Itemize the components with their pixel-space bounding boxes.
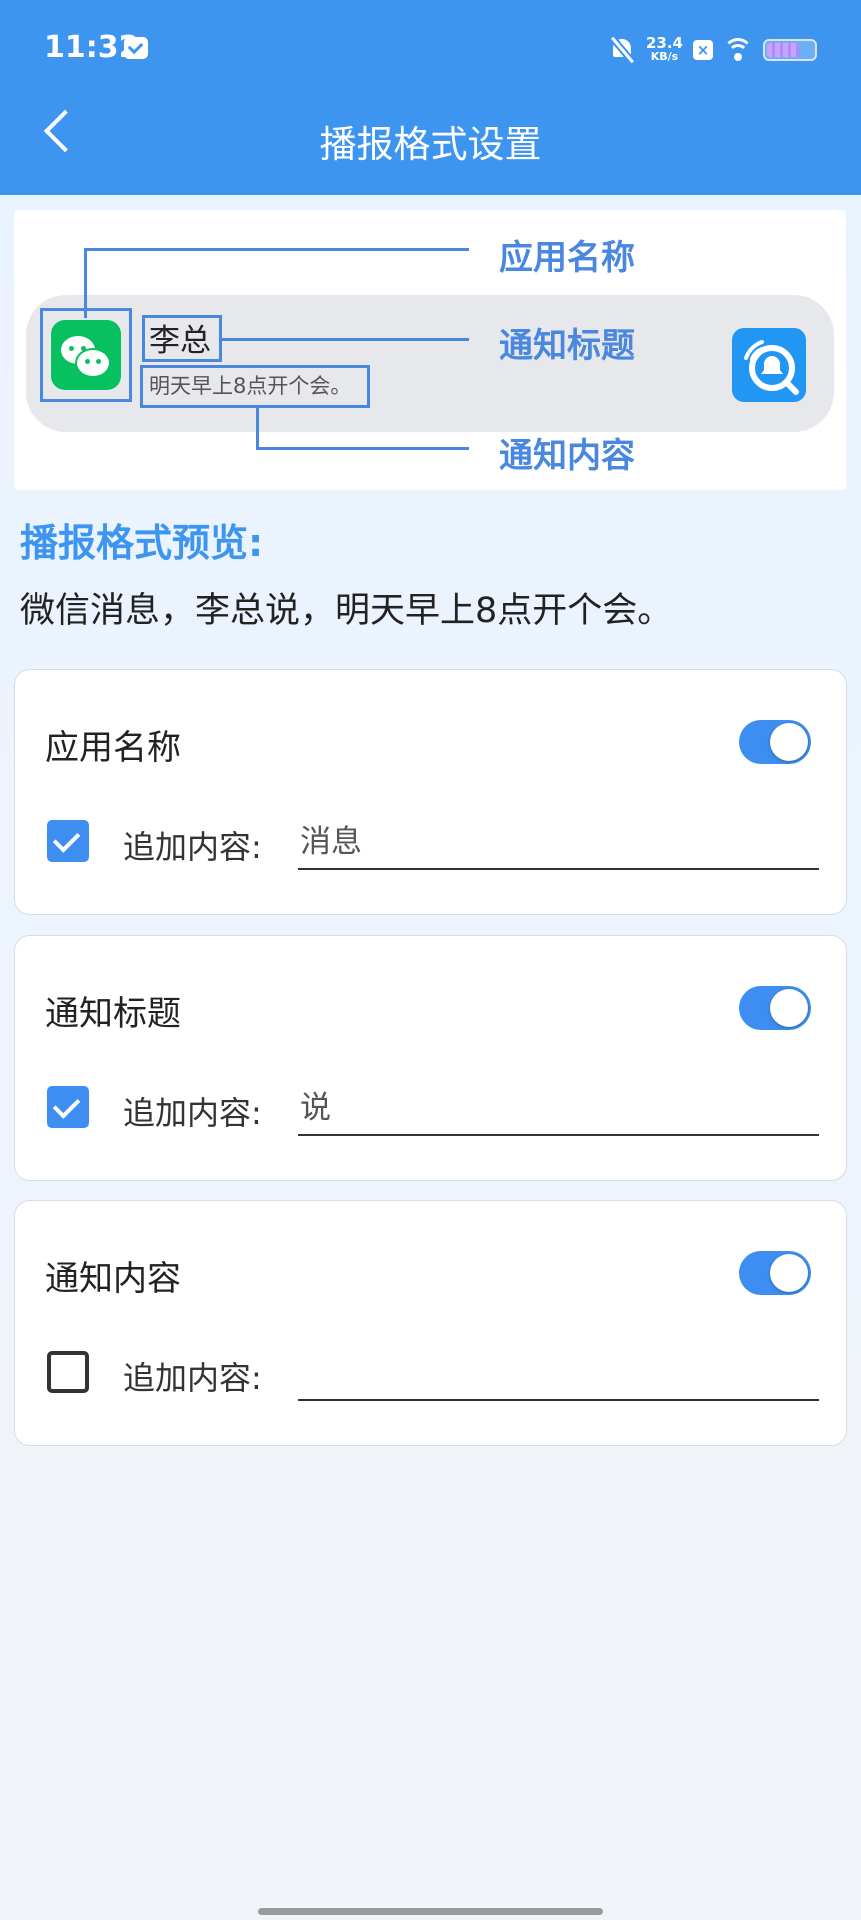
append-label: 追加内容: [123, 828, 262, 866]
label-notification-content: 通知内容 [499, 436, 635, 476]
app-logo-icon [732, 328, 806, 402]
notification-app-icon [124, 37, 148, 59]
card-title: 通知标题 [45, 994, 181, 1034]
append-checkbox[interactable] [47, 1086, 89, 1128]
battery-icon [763, 39, 817, 61]
wechat-icon [51, 320, 121, 390]
connector-line [256, 447, 469, 450]
connector-line [256, 407, 259, 449]
append-label: 追加内容: [123, 1094, 262, 1132]
format-diagram: 李总 明天早上8点开个会。 应用名称 通知标题 通知内容 [14, 210, 846, 490]
label-notification-title: 通知标题 [499, 326, 635, 366]
app-header: 11:32 23.4 KB/s × 播报格式设置 [0, 0, 861, 195]
setting-card-notification-content: 通知内容 追加内容: [14, 1200, 847, 1446]
toggle-switch[interactable] [739, 1251, 811, 1295]
bell-muted-icon [610, 36, 636, 64]
network-speed-value: 23.4 [645, 34, 683, 52]
card-title: 通知内容 [45, 1259, 181, 1299]
notification-title-sample: 李总 [149, 323, 211, 359]
toggle-switch[interactable] [739, 720, 811, 764]
setting-card-app-name: 应用名称 追加内容: [14, 669, 847, 915]
connector-line [84, 248, 469, 251]
append-input[interactable] [298, 1074, 819, 1136]
wifi-icon [723, 38, 753, 62]
home-indicator[interactable] [258, 1908, 603, 1915]
label-app-name: 应用名称 [499, 238, 635, 278]
network-speed-unit: KB/s [650, 50, 679, 63]
append-label: 追加内容: [123, 1359, 262, 1397]
page-title: 播报格式设置 [319, 123, 542, 166]
append-input[interactable] [298, 1339, 819, 1401]
card-title: 应用名称 [45, 728, 181, 768]
network-speed: 23.4 KB/s [646, 36, 683, 64]
append-checkbox[interactable] [47, 1351, 89, 1393]
setting-card-notification-title: 通知标题 追加内容: [14, 935, 847, 1181]
preview-text: 微信消息，李总说，明天早上8点开个会。 [20, 591, 673, 631]
preview-heading: 播报格式预览: [20, 521, 264, 565]
connector-line [220, 338, 469, 341]
status-icons: 23.4 KB/s × [610, 32, 817, 68]
append-input[interactable] [298, 808, 819, 870]
notification-body-sample: 明天早上8点开个会。 [149, 374, 352, 398]
x-badge-icon: × [693, 40, 713, 60]
toggle-switch[interactable] [739, 986, 811, 1030]
append-checkbox[interactable] [47, 820, 89, 862]
